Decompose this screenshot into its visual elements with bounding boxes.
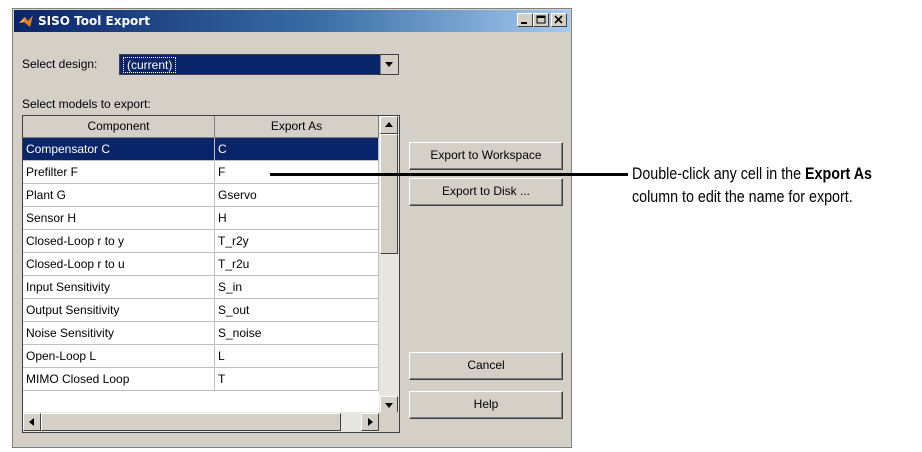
vertical-scroll-thumb[interactable] (380, 134, 398, 254)
table-header: Component Export As (23, 116, 379, 138)
select-design-label: Select design: (22, 57, 98, 71)
scroll-right-button[interactable] (361, 413, 379, 431)
scroll-left-button[interactable] (23, 413, 41, 431)
maximize-button[interactable] (533, 13, 549, 27)
close-icon (554, 15, 563, 24)
component-cell[interactable]: Closed-Loop r to u (23, 253, 215, 276)
cancel-button[interactable]: Cancel (409, 352, 563, 380)
component-cell[interactable]: Noise Sensitivity (23, 322, 215, 345)
minimize-icon (521, 22, 527, 24)
scrollbar-corner (379, 412, 399, 432)
table-row[interactable]: Compensator CC (23, 138, 379, 161)
help-button[interactable]: Help (409, 391, 563, 419)
arrow-up-icon (385, 122, 393, 127)
table-row[interactable]: Sensor HH (23, 207, 379, 230)
callout-text-bold: Export As (805, 164, 872, 183)
export-as-cell[interactable]: C (215, 138, 379, 161)
column-header-export-as[interactable]: Export As (215, 116, 379, 138)
minimize-button[interactable] (517, 13, 533, 27)
arrow-left-icon (29, 418, 34, 426)
export-as-cell[interactable]: S_in (215, 276, 379, 299)
window-title: SISO Tool Export (38, 14, 150, 28)
arrow-right-icon (368, 418, 373, 426)
table-row[interactable]: Noise Sensitivity S_noise (23, 322, 379, 345)
table-row[interactable]: MIMO Closed Loop T (23, 368, 379, 391)
export-as-cell[interactable]: Gservo (215, 184, 379, 207)
callout-text-part2: column to edit the name for export. (632, 187, 853, 206)
component-cell[interactable]: Plant G (23, 184, 215, 207)
callout-text-part1: Double-click any cell in the (632, 164, 806, 183)
horizontal-scroll-thumb[interactable] (41, 413, 341, 431)
component-cell[interactable]: Input Sensitivity (23, 276, 215, 299)
select-models-label: Select models to export: (22, 97, 151, 111)
close-button[interactable] (551, 13, 567, 27)
export-as-cell[interactable]: L (215, 345, 379, 368)
models-table[interactable]: Component Export As Compensator C C Prefil… (22, 115, 400, 433)
vertical-scrollbar[interactable] (379, 116, 399, 414)
table-row[interactable]: Output Sensitivity S_out (23, 299, 379, 322)
column-header-component[interactable]: Component (23, 116, 215, 138)
callout-leader-line (270, 173, 628, 176)
design-dropdown[interactable]: (current) (119, 54, 399, 75)
siso-tool-export-window: SISO Tool Export Select design: (current… (12, 8, 572, 448)
scroll-up-button[interactable] (380, 116, 398, 134)
export-to-disk-button[interactable]: Export to Disk ... (409, 178, 563, 206)
export-as-cell[interactable]: T_r2y (215, 230, 379, 253)
maximize-icon (536, 15, 546, 24)
export-as-cell[interactable]: S_out (215, 299, 379, 322)
export-as-cell[interactable]: T (215, 368, 379, 391)
component-cell[interactable]: Sensor H (23, 207, 215, 230)
table-row[interactable]: Closed-Loop r to u T_r2u (23, 253, 379, 276)
component-cell[interactable]: Output Sensitivity (23, 299, 215, 322)
component-cell[interactable]: Closed-Loop r to y (23, 230, 215, 253)
component-cell[interactable]: Open-Loop L (23, 345, 215, 368)
export-as-cell[interactable]: H (215, 207, 379, 230)
title-bar[interactable]: SISO Tool Export (14, 10, 570, 32)
export-as-cell[interactable]: S_noise (215, 322, 379, 345)
table-row[interactable]: Plant G Gservo (23, 184, 379, 207)
callout-annotation: Double-click any cell in the Export As c… (632, 162, 877, 208)
arrow-down-icon (385, 403, 393, 408)
table-row[interactable]: Closed-Loop r to y T_r2y (23, 230, 379, 253)
dropdown-button[interactable] (380, 55, 398, 74)
design-value: (current) (123, 57, 177, 73)
table-row[interactable]: Open-Loop LL (23, 345, 379, 368)
export-to-workspace-button[interactable]: Export to Workspace (409, 142, 563, 170)
table-row[interactable]: Input Sensitivity S_in (23, 276, 379, 299)
chevron-down-icon (385, 62, 393, 67)
horizontal-scrollbar[interactable] (23, 412, 379, 432)
component-cell[interactable]: MIMO Closed Loop (23, 368, 215, 391)
export-as-cell[interactable]: T_r2u (215, 253, 379, 276)
matlab-icon (19, 15, 33, 27)
component-cell[interactable]: Prefilter F (23, 161, 215, 184)
component-cell[interactable]: Compensator C (23, 138, 215, 161)
